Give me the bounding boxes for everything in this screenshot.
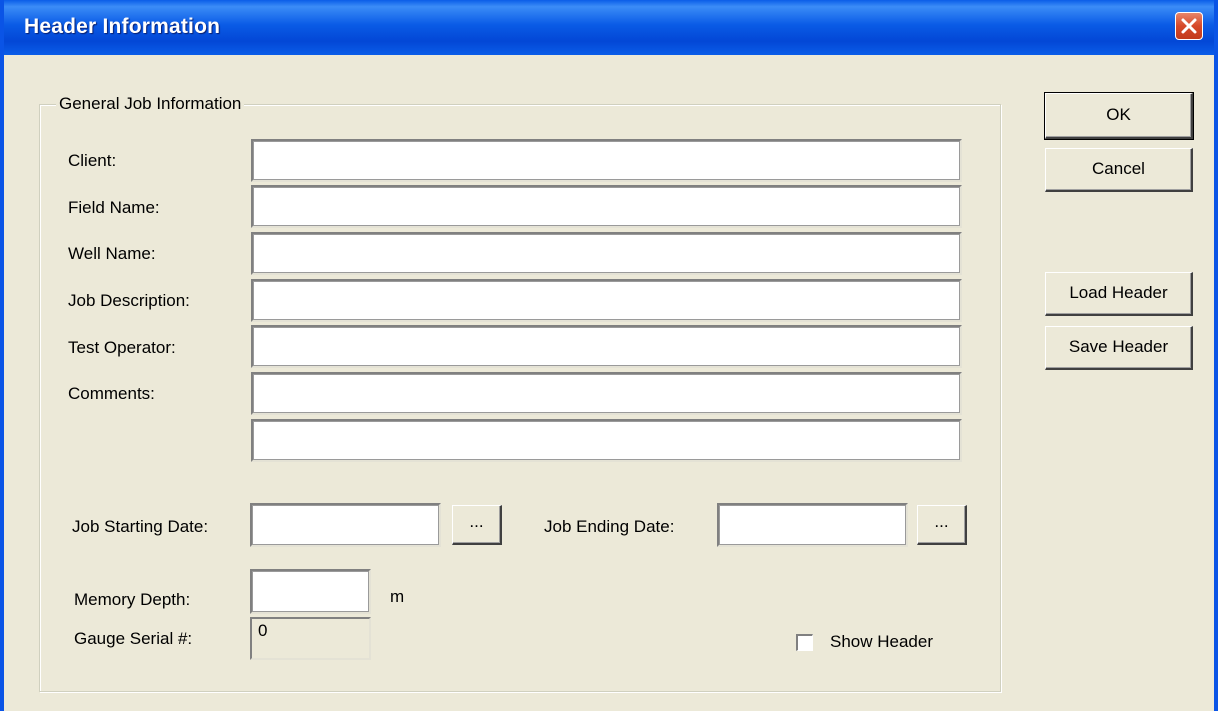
close-button[interactable]: [1175, 12, 1203, 40]
start-date-picker-button[interactable]: ...: [452, 505, 502, 545]
cancel-button[interactable]: Cancel: [1045, 148, 1193, 192]
header-information-dialog: Header Information General Job Informati…: [0, 0, 1218, 711]
window-title: Header Information: [24, 15, 221, 38]
show-header-label[interactable]: Show Header: [830, 632, 933, 652]
memory-depth-unit: m: [390, 587, 405, 606]
cancel-button-label: Cancel: [1092, 159, 1145, 178]
load-header-button[interactable]: Load Header: [1045, 272, 1193, 316]
job-starting-date-input[interactable]: [250, 503, 441, 547]
group-legend: General Job Information: [56, 94, 245, 114]
start-date-picker-label: ...: [469, 512, 484, 531]
well-name-label: Well Name:: [68, 244, 156, 263]
save-header-button-label: Save Header: [1068, 337, 1169, 356]
job-description-label: Job Description:: [68, 291, 190, 310]
job-description-input[interactable]: [251, 279, 962, 322]
field-name-label: Field Name:: [68, 198, 160, 217]
title-bar[interactable]: Header Information: [4, 0, 1214, 55]
test-operator-input[interactable]: [251, 325, 962, 368]
test-operator-label: Test Operator:: [68, 338, 176, 357]
field-name-input[interactable]: [251, 185, 962, 228]
ok-button-label: OK: [1106, 105, 1131, 124]
memory-depth-input[interactable]: [250, 569, 371, 614]
show-header-checkbox[interactable]: [796, 634, 813, 651]
job-ending-date-label: Job Ending Date:: [544, 517, 675, 536]
job-ending-date-input[interactable]: [717, 503, 908, 547]
end-date-picker-button[interactable]: ...: [917, 505, 967, 545]
client-input[interactable]: [251, 139, 962, 182]
comments-input-line1[interactable]: [251, 372, 962, 415]
client-label: Client:: [68, 151, 117, 170]
ok-button[interactable]: OK: [1044, 92, 1194, 140]
well-name-input[interactable]: [251, 232, 962, 275]
gauge-serial-field: 0: [250, 617, 371, 660]
comments-input-line2[interactable]: [251, 419, 962, 462]
load-header-button-label: Load Header: [1069, 283, 1168, 302]
job-starting-date-label: Job Starting Date:: [72, 517, 209, 536]
end-date-picker-label: ...: [934, 512, 949, 531]
gauge-serial-label: Gauge Serial #:: [74, 629, 193, 648]
comments-label: Comments:: [68, 384, 155, 403]
memory-depth-label: Memory Depth:: [74, 590, 191, 609]
save-header-button[interactable]: Save Header: [1045, 326, 1193, 370]
gauge-serial-value: 0: [258, 621, 268, 640]
close-x-icon: [1181, 18, 1197, 34]
